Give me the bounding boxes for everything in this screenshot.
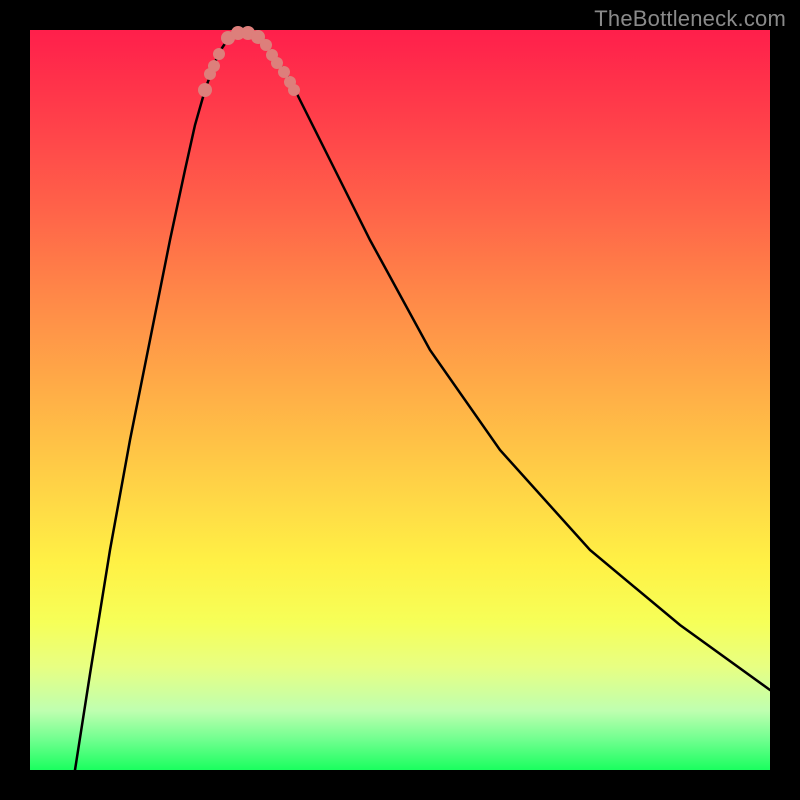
watermark-text: TheBottleneck.com xyxy=(594,6,786,32)
chart-frame: TheBottleneck.com xyxy=(0,0,800,800)
bead xyxy=(208,60,220,72)
bead xyxy=(213,48,225,60)
bottleneck-curve xyxy=(75,33,770,770)
bead xyxy=(260,39,272,51)
plot-area xyxy=(30,30,770,770)
curve-svg xyxy=(30,30,770,770)
bead xyxy=(278,66,290,78)
bead xyxy=(288,84,300,96)
highlight-beads xyxy=(198,26,300,97)
bead xyxy=(198,83,212,97)
